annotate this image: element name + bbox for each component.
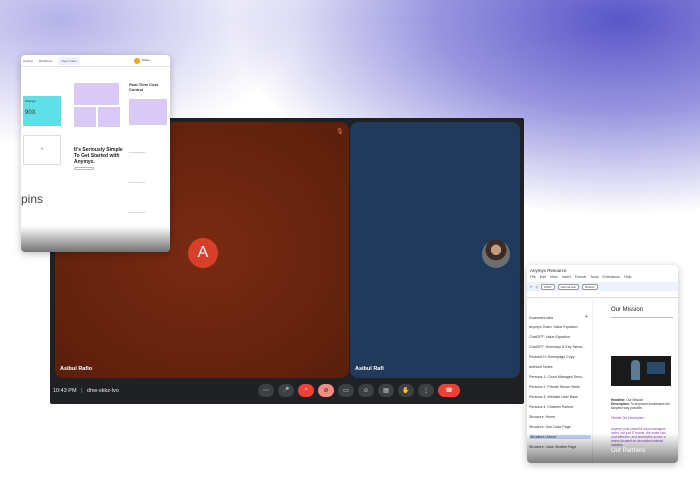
menu-edit[interactable]: Edit bbox=[540, 275, 546, 279]
present-icon[interactable]: ▤ bbox=[378, 384, 394, 397]
font-select[interactable]: Roboto bbox=[581, 283, 598, 290]
zoom-select[interactable]: 100% bbox=[540, 283, 555, 290]
cyan-card[interactable]: Anymyx 90X bbox=[23, 96, 61, 126]
panel-fade bbox=[527, 433, 678, 463]
avatar: A bbox=[188, 238, 218, 268]
participant-name: Asibul Rafi bbox=[355, 366, 384, 372]
mic-off-icon: 🎙 bbox=[336, 129, 344, 135]
outline-item[interactable]: Structure: Home bbox=[529, 415, 591, 419]
panel-fade bbox=[21, 226, 170, 252]
list-item: ▪ ──────── bbox=[129, 151, 146, 154]
camera-off-icon[interactable]: ⊘ bbox=[318, 384, 334, 397]
meeting-info: 10:43 PM | dhw-skkz-lvo bbox=[53, 388, 119, 394]
add-card-placeholder[interactable]: + bbox=[23, 135, 61, 165]
list-item: ▪ ──────── bbox=[129, 211, 146, 214]
outline-item[interactable]: Persona 4: Channel Partner bbox=[529, 405, 591, 409]
doc-paragraph: Headline: Our Mission Description: To em… bbox=[611, 398, 673, 410]
doc-menu-bar: File Edit View Insert Format Tools Exten… bbox=[530, 275, 632, 279]
captions-icon[interactable]: ▭ bbox=[338, 384, 354, 397]
person-figure bbox=[631, 360, 640, 380]
doc-image bbox=[611, 356, 671, 386]
avatar-photo bbox=[482, 240, 510, 268]
menu-help[interactable]: Help bbox=[624, 275, 631, 279]
participant-name: Asibul Rafio bbox=[60, 366, 93, 372]
list-item: ▪ ──────── bbox=[129, 181, 146, 184]
doc-toolbar: ↶ ⎙ 100% Normal text Roboto bbox=[527, 282, 678, 291]
more-options-icon[interactable]: ⋮ bbox=[418, 384, 434, 397]
canvas-panel: Getting Workflows Open Canv Share Anymyx… bbox=[21, 55, 170, 252]
outline-item[interactable]: Structure: Use Case Page bbox=[529, 425, 591, 429]
add-tab-button[interactable]: + bbox=[585, 314, 588, 320]
purple-card[interactable] bbox=[98, 107, 120, 127]
outline-item[interactable]: Persona 2: Private Server Skills bbox=[529, 385, 591, 389]
undo-icon[interactable]: ↶ bbox=[530, 285, 533, 289]
purple-card[interactable] bbox=[74, 107, 96, 127]
outline-item[interactable]: Persona 1: Cloud Managed Servi... bbox=[529, 375, 591, 379]
doc-heading-2: Our Partners bbox=[611, 448, 646, 454]
section-heading: Real-Time Cost Control bbox=[129, 82, 159, 92]
card-label: Anymyx bbox=[25, 99, 36, 103]
outline-item[interactable]: Revised H: Homepage Copy bbox=[529, 355, 591, 359]
docs-panel: Anymyx Resource File Edit View Insert Fo… bbox=[527, 265, 678, 463]
doc-heading: Our Mission bbox=[611, 307, 644, 313]
outline-title: Document tabs bbox=[529, 316, 554, 320]
purple-card[interactable] bbox=[74, 83, 119, 105]
meeting-time: 10:43 PM bbox=[53, 388, 77, 394]
menu-view[interactable]: View bbox=[550, 275, 558, 279]
ruler bbox=[527, 292, 678, 298]
participant-tile-right[interactable]: Asibul Rafi bbox=[350, 122, 520, 378]
tab-getting[interactable]: Getting bbox=[23, 59, 33, 63]
outline-item[interactable]: ChatGPT: Summary & Key Takea... bbox=[529, 345, 591, 349]
tab-workflows[interactable]: Workflows bbox=[39, 59, 53, 63]
meeting-code: dhw-skkz-lvo bbox=[87, 388, 119, 394]
menu-insert[interactable]: Insert bbox=[562, 275, 571, 279]
canvas-heading: It's Seriously Simple To Get Started wit… bbox=[74, 147, 123, 165]
share-button[interactable]: Share bbox=[142, 58, 150, 62]
emoji-icon[interactable]: ☺ bbox=[358, 384, 374, 397]
raise-hand-icon[interactable]: ✋ bbox=[398, 384, 414, 397]
style-select[interactable]: Normal text bbox=[557, 283, 579, 290]
screen-figure bbox=[647, 362, 665, 374]
big-text: pins bbox=[21, 192, 44, 206]
menu-format[interactable]: Format bbox=[575, 275, 586, 279]
card-big: 90X bbox=[25, 110, 36, 116]
menu-tools[interactable]: Tools bbox=[590, 275, 598, 279]
outline-item[interactable]: Anymyx Team: Value Equation bbox=[529, 325, 591, 329]
outline-item[interactable]: Anthium Notes bbox=[529, 365, 591, 369]
outline-item[interactable]: Persona 3: Website User Base bbox=[529, 395, 591, 399]
avatar bbox=[134, 58, 140, 64]
mic-icon[interactable]: 🎤 bbox=[278, 384, 294, 397]
tab-open-canvas[interactable]: Open Canv bbox=[58, 56, 80, 65]
doc-link[interactable]: Flexibit Out Description bbox=[611, 416, 673, 420]
menu-file[interactable]: File bbox=[530, 275, 536, 279]
camera-chevron-icon[interactable]: ^ bbox=[298, 384, 314, 397]
divider bbox=[611, 317, 673, 318]
end-call-button[interactable]: ☎ bbox=[438, 384, 460, 397]
outline-item[interactable]: ChatGPT: Value Equation bbox=[529, 335, 591, 339]
meeting-controls-bar: 10:43 PM | dhw-skkz-lvo ⋯ 🎤 ^ ⊘ ▭ ☺ ▤ ✋ … bbox=[50, 380, 524, 404]
print-icon[interactable]: ⎙ bbox=[536, 285, 538, 289]
more-audio-icon[interactable]: ⋯ bbox=[258, 384, 274, 397]
purple-card[interactable] bbox=[129, 99, 167, 125]
separator: | bbox=[81, 388, 83, 394]
menu-extensions[interactable]: Extensions bbox=[603, 275, 621, 279]
doc-title: Anymyx Resource bbox=[530, 268, 567, 273]
pill-button[interactable] bbox=[74, 167, 94, 170]
